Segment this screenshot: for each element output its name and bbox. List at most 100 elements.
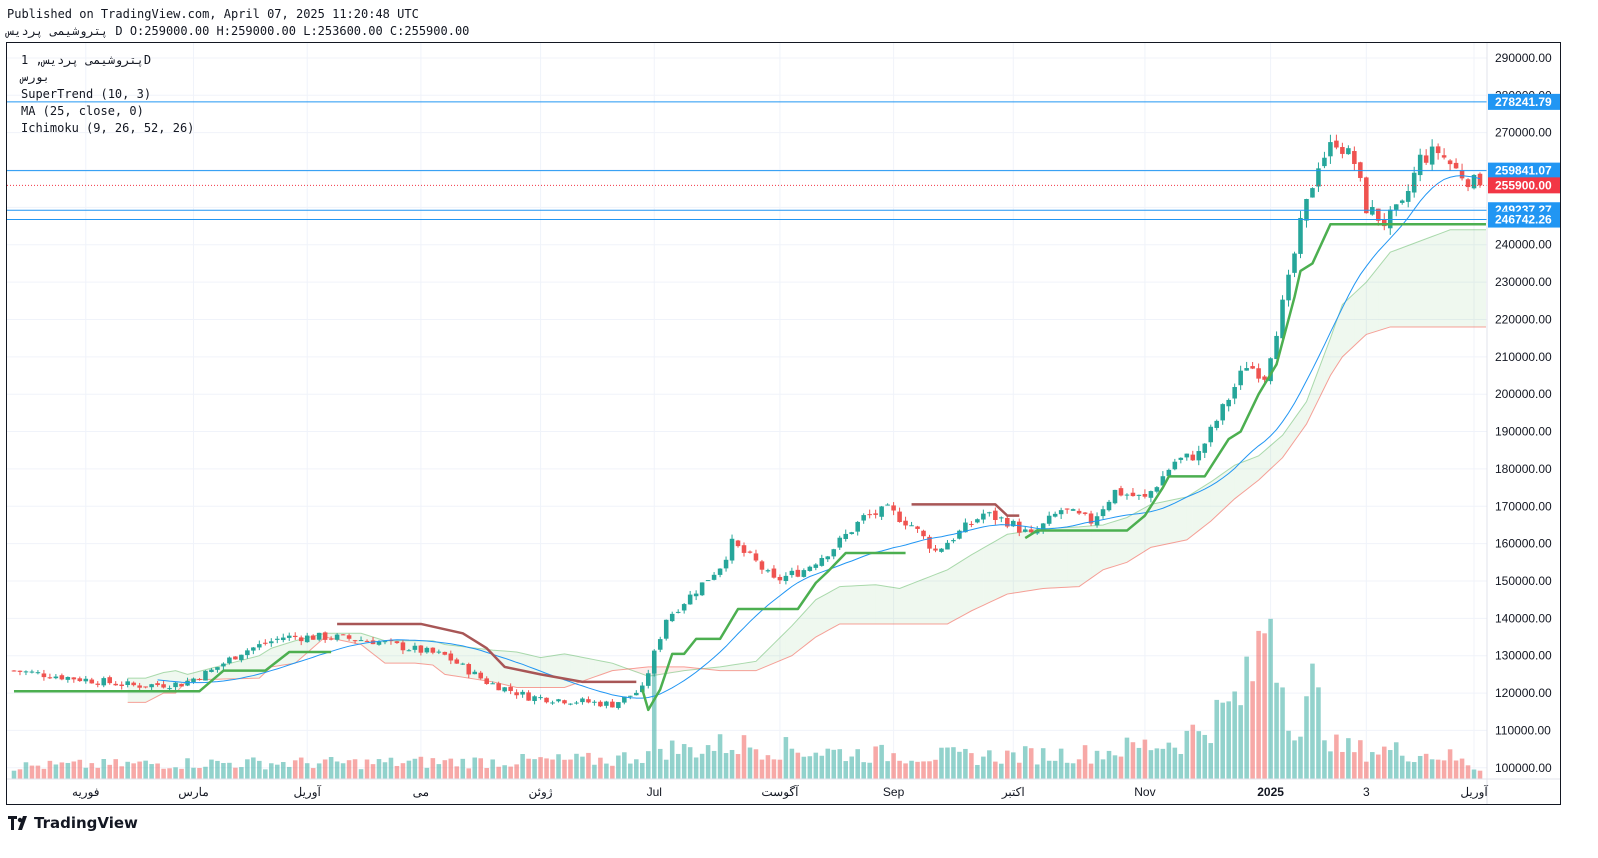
volume-bar bbox=[765, 755, 771, 779]
candle-body bbox=[191, 678, 196, 683]
candle-body bbox=[532, 696, 537, 701]
ichimoku-cloud bbox=[839, 586, 846, 624]
volume-bar bbox=[454, 766, 460, 779]
volume-bar bbox=[1256, 630, 1261, 779]
ichimoku-cloud bbox=[1474, 229, 1481, 327]
candle-body bbox=[1346, 148, 1351, 155]
volume-bar bbox=[1358, 740, 1363, 779]
volume-bar bbox=[1298, 736, 1303, 779]
candle-body bbox=[921, 530, 926, 537]
candle-body bbox=[544, 697, 549, 703]
candle-body bbox=[215, 667, 220, 670]
candle-body bbox=[454, 659, 460, 664]
candle-body bbox=[975, 519, 980, 523]
ichimoku-cloud bbox=[1462, 229, 1469, 327]
ichimoku-cloud bbox=[1019, 531, 1026, 593]
volume-bar bbox=[346, 760, 352, 779]
candle-body bbox=[1100, 509, 1106, 517]
candle-body bbox=[562, 700, 567, 704]
candle-body bbox=[245, 650, 250, 656]
tradingview-brand[interactable]: TradingView bbox=[8, 814, 138, 832]
candle-body bbox=[813, 564, 819, 568]
volume-bar bbox=[1334, 734, 1339, 779]
candle-body bbox=[1298, 217, 1303, 254]
volume-bar bbox=[1118, 756, 1124, 779]
legend-ma[interactable]: MA (25, close, 0) bbox=[21, 104, 144, 118]
candle-body bbox=[1352, 151, 1357, 164]
volume-bar bbox=[586, 752, 591, 779]
candle-body bbox=[1238, 370, 1243, 386]
volume-bar bbox=[999, 763, 1004, 779]
candle-body bbox=[1214, 420, 1219, 428]
ichimoku-cloud bbox=[1438, 232, 1445, 327]
ichimoku-cloud bbox=[1234, 462, 1241, 499]
candle-body bbox=[795, 569, 801, 577]
volume-bar bbox=[1070, 763, 1076, 779]
candle-body bbox=[807, 566, 813, 571]
volume-bar bbox=[1226, 701, 1231, 779]
legend-ichimoku[interactable]: Ichimoku (9, 26, 52, 26) bbox=[21, 121, 194, 135]
candle-body bbox=[873, 513, 878, 515]
ichimoku-cloud bbox=[827, 589, 834, 631]
candle-body bbox=[1417, 154, 1423, 176]
ichimoku-cloud bbox=[1186, 493, 1193, 540]
candle-body bbox=[167, 688, 172, 690]
candle-body bbox=[71, 677, 77, 680]
ichimoku-cloud bbox=[905, 583, 912, 624]
volume-bar bbox=[203, 766, 208, 779]
volume-bar bbox=[849, 756, 854, 779]
candle-body bbox=[496, 683, 501, 691]
candle-body bbox=[1244, 368, 1249, 371]
volume-bar bbox=[993, 761, 998, 779]
volume-bar bbox=[1154, 748, 1160, 779]
volume-bar bbox=[412, 758, 418, 779]
ichimoku-cloud bbox=[1126, 514, 1133, 563]
candle-body bbox=[747, 551, 753, 553]
ichimoku-cloud bbox=[546, 655, 553, 688]
candle-body bbox=[616, 702, 621, 708]
volume-bar bbox=[592, 764, 597, 779]
volume-bar bbox=[71, 761, 77, 779]
candle-body bbox=[137, 685, 142, 688]
candle-body bbox=[412, 645, 418, 650]
candlestick-chart[interactable]: 100000.00 110000.00 120000.00 130000.00 1400… bbox=[7, 43, 1560, 804]
candle-body bbox=[352, 640, 358, 642]
candle-body bbox=[993, 510, 998, 520]
candle-body bbox=[885, 504, 890, 506]
volume-bar bbox=[1082, 745, 1088, 779]
volume-bar bbox=[1429, 759, 1435, 779]
y-tick-label: 110000.00 bbox=[1495, 723, 1551, 737]
volume-bar bbox=[628, 763, 633, 779]
volume-bar bbox=[1441, 760, 1447, 779]
volume-bar bbox=[1040, 748, 1046, 779]
volume-bar bbox=[1471, 769, 1477, 779]
chart-frame[interactable]: 100000.00 110000.00 120000.00 130000.00 1400… bbox=[6, 42, 1561, 805]
ichimoku-cloud bbox=[929, 574, 936, 624]
volume-bar bbox=[65, 762, 71, 779]
candle-body bbox=[753, 553, 759, 561]
volume-bar bbox=[1435, 759, 1441, 779]
candle-body bbox=[1130, 492, 1136, 497]
ichimoku-cloud bbox=[809, 599, 816, 642]
candle-body bbox=[23, 671, 29, 673]
candle-body bbox=[1178, 457, 1184, 460]
volume-bar bbox=[1417, 755, 1423, 779]
volume-bar bbox=[233, 767, 238, 779]
ichimoku-cloud bbox=[1420, 238, 1427, 327]
candle-body bbox=[729, 538, 735, 561]
ichimoku-cloud bbox=[1192, 489, 1199, 536]
candle-body bbox=[1477, 173, 1483, 186]
volume-bar bbox=[328, 757, 334, 779]
ichimoku-cloud bbox=[1396, 247, 1403, 327]
legend-supertrend[interactable]: SuperTrend (10, 3) bbox=[21, 87, 151, 101]
volume-bar bbox=[681, 744, 687, 779]
candle-body bbox=[568, 703, 573, 705]
candle-body bbox=[831, 549, 837, 557]
volume-bar bbox=[376, 759, 382, 779]
x-tick-label: Sep bbox=[883, 785, 905, 799]
volume-bar bbox=[957, 751, 962, 779]
ichimoku-cloud bbox=[390, 640, 397, 664]
tradingview-logo-icon bbox=[8, 816, 27, 830]
ichimoku-cloud bbox=[833, 586, 840, 628]
volume-bar bbox=[35, 765, 41, 779]
